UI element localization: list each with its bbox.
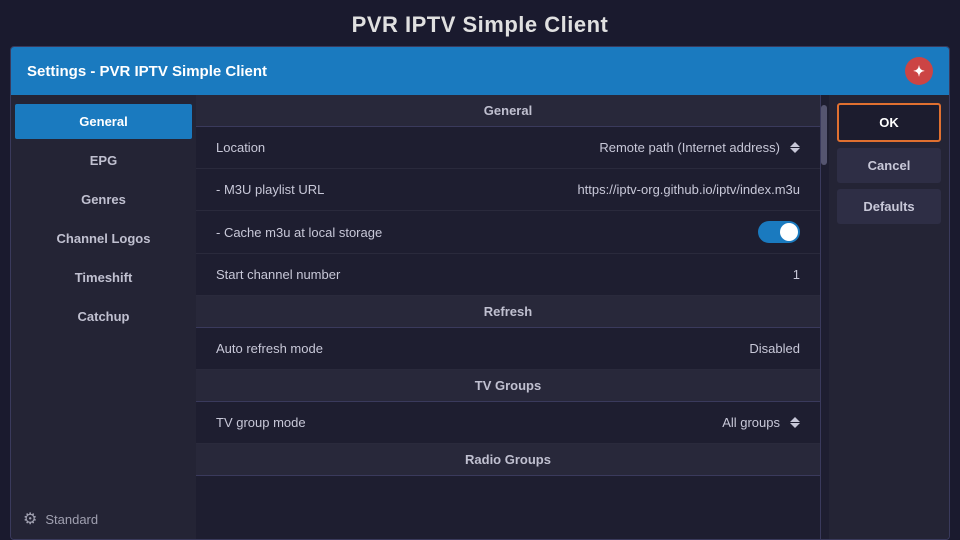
sidebar-item-general[interactable]: General (15, 104, 192, 139)
chevron-up-icon (790, 142, 800, 147)
tv-group-mode-value[interactable]: All groups (722, 415, 800, 430)
m3u-url-value: https://iptv-org.github.io/iptv/index.m3… (577, 182, 800, 197)
action-buttons: OK Cancel Defaults (829, 95, 949, 540)
settings-dialog: Settings - PVR IPTV Simple Client ✦ Gene… (10, 46, 950, 540)
location-value[interactable]: Remote path (Internet address) (599, 140, 800, 155)
chevron-down-icon2 (790, 423, 800, 428)
scrollbar-thumb (821, 105, 827, 165)
setting-row-cache-m3u[interactable]: - Cache m3u at local storage (196, 211, 820, 254)
sidebar-item-channel-logos[interactable]: Channel Logos (15, 221, 192, 256)
location-chevron (790, 142, 800, 153)
start-channel-value: 1 (793, 267, 800, 282)
m3u-url-label: - M3U playlist URL (216, 182, 324, 197)
cache-m3u-label: - Cache m3u at local storage (216, 225, 382, 240)
section-header-radio-groups: Radio Groups (196, 444, 820, 476)
tv-group-chevron (790, 417, 800, 428)
section-header-refresh: Refresh (196, 296, 820, 328)
sidebar-item-timeshift[interactable]: Timeshift (15, 260, 192, 295)
chevron-down-icon (790, 148, 800, 153)
dialog-header: Settings - PVR IPTV Simple Client ✦ (11, 47, 949, 95)
setting-row-start-channel[interactable]: Start channel number 1 (196, 254, 820, 296)
cancel-button[interactable]: Cancel (837, 148, 941, 183)
scrollbar-track[interactable] (821, 95, 829, 540)
location-label: Location (216, 140, 265, 155)
setting-row-auto-refresh[interactable]: Auto refresh mode Disabled (196, 328, 820, 370)
dialog-body: General EPG Genres Channel Logos Timeshi… (11, 95, 949, 540)
chevron-up-icon2 (790, 417, 800, 422)
tv-group-mode-label: TV group mode (216, 415, 306, 430)
section-header-tv-groups: TV Groups (196, 370, 820, 402)
kodi-icon[interactable]: ✦ (905, 57, 933, 85)
sidebar-item-genres[interactable]: Genres (15, 182, 192, 217)
location-value-text: Remote path (Internet address) (599, 140, 780, 155)
main-content-wrapper: General Location Remote path (Internet a… (196, 95, 829, 540)
auto-refresh-value: Disabled (749, 341, 800, 356)
dialog-header-title: Settings - PVR IPTV Simple Client (27, 63, 267, 80)
defaults-button[interactable]: Defaults (837, 189, 941, 224)
setting-row-tv-group-mode[interactable]: TV group mode All groups (196, 402, 820, 444)
page-title: PVR IPTV Simple Client (352, 0, 609, 46)
section-header-general: General (196, 95, 820, 127)
gear-icon: ⚙ (23, 509, 37, 529)
sidebar: General EPG Genres Channel Logos Timeshi… (11, 95, 196, 540)
auto-refresh-label: Auto refresh mode (216, 341, 323, 356)
sidebar-item-catchup[interactable]: Catchup (15, 299, 192, 334)
start-channel-label: Start channel number (216, 267, 340, 282)
setting-row-m3u-url[interactable]: - M3U playlist URL https://iptv-org.gith… (196, 169, 820, 211)
main-content: General Location Remote path (Internet a… (196, 95, 821, 540)
sidebar-standard-label: Standard (45, 512, 98, 527)
sidebar-item-epg[interactable]: EPG (15, 143, 192, 178)
toggle-knob (780, 223, 798, 241)
ok-button[interactable]: OK (837, 103, 941, 142)
sidebar-standard[interactable]: ⚙ Standard (11, 501, 196, 537)
setting-row-location[interactable]: Location Remote path (Internet address) (196, 127, 820, 169)
cache-toggle[interactable] (758, 221, 800, 243)
